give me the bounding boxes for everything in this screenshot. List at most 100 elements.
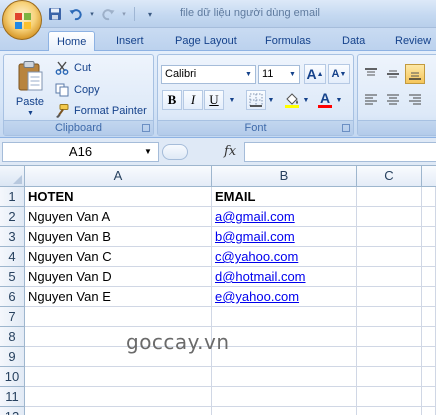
cell-d11[interactable] (422, 387, 436, 407)
cell-d1[interactable] (422, 187, 436, 207)
copy-button[interactable]: Copy (54, 81, 100, 99)
tab-home[interactable]: Home (48, 31, 96, 51)
cell-b7[interactable] (212, 307, 357, 327)
cell-d8[interactable] (422, 327, 436, 347)
font-name-combo[interactable]: Calibri ▼ (161, 65, 256, 84)
row-header-12[interactable]: 12 (0, 407, 25, 415)
chevron-down-icon[interactable]: ▼ (286, 66, 299, 83)
cell-d9[interactable] (422, 347, 436, 367)
cell-d7[interactable] (422, 307, 436, 327)
cell-c9[interactable] (357, 347, 422, 367)
row-header-4[interactable]: 4 (0, 247, 25, 267)
row-header-2[interactable]: 2 (0, 207, 25, 227)
row-header-9[interactable]: 9 (0, 347, 25, 367)
office-button[interactable] (2, 0, 42, 40)
column-header-d[interactable] (422, 166, 436, 187)
name-box[interactable]: A16 (2, 142, 159, 162)
cell-b11[interactable] (212, 387, 357, 407)
cell-d10[interactable] (422, 367, 436, 387)
row-header-6[interactable]: 6 (0, 287, 25, 307)
fill-color-dropdown[interactable]: ▼ (301, 90, 311, 110)
font-color-dropdown[interactable]: ▼ (334, 90, 344, 110)
borders-button[interactable] (246, 90, 266, 110)
cell-d5[interactable] (422, 267, 436, 287)
cell-b4[interactable]: c@yahoo.com (212, 247, 357, 267)
tab-page-layout[interactable]: Page Layout (167, 31, 245, 50)
cell-a5[interactable]: Nguyen Van D (25, 267, 212, 287)
paste-button[interactable]: Paste ▼ (10, 58, 50, 118)
cell-c6[interactable] (357, 287, 422, 307)
cell-c8[interactable] (357, 327, 422, 347)
cut-button[interactable]: Cut (54, 59, 91, 77)
cell-b2[interactable]: a@gmail.com (212, 207, 357, 227)
cell-c4[interactable] (357, 247, 422, 267)
cell-c1[interactable] (357, 187, 422, 207)
save-button[interactable] (46, 5, 64, 23)
align-center-button[interactable] (383, 90, 403, 110)
chevron-down-icon[interactable]: ▼ (242, 66, 255, 83)
cell-a4[interactable]: Nguyen Van C (25, 247, 212, 267)
shrink-font-button[interactable]: A ▼ (328, 64, 350, 84)
cell-c11[interactable] (357, 387, 422, 407)
format-painter-button[interactable]: Format Painter (54, 102, 147, 120)
font-color-button[interactable]: A (315, 90, 335, 110)
undo-button[interactable] (67, 5, 85, 23)
font-dialog-launcher[interactable] (342, 124, 350, 132)
cell-c12[interactable] (357, 407, 422, 415)
redo-dropdown[interactable]: ▾ (120, 5, 128, 23)
cell-a1[interactable]: HOTEN (25, 187, 212, 207)
tab-insert[interactable]: Insert (108, 31, 152, 50)
cell-d6[interactable] (422, 287, 436, 307)
cell-b3[interactable]: b@gmail.com (212, 227, 357, 247)
underline-button[interactable]: U (204, 90, 224, 110)
row-header-11[interactable]: 11 (0, 387, 25, 407)
font-size-combo[interactable]: 11 ▼ (258, 65, 300, 84)
cell-d2[interactable] (422, 207, 436, 227)
formula-bar-handle[interactable] (162, 144, 188, 160)
cell-b10[interactable] (212, 367, 357, 387)
cell-c10[interactable] (357, 367, 422, 387)
cell-d12[interactable] (422, 407, 436, 415)
row-header-8[interactable]: 8 (0, 327, 25, 347)
bold-button[interactable]: B (162, 90, 182, 110)
cell-b9[interactable] (212, 347, 357, 367)
cell-c7[interactable] (357, 307, 422, 327)
cell-a6[interactable]: Nguyen Van E (25, 287, 212, 307)
cell-a10[interactable] (25, 367, 212, 387)
redo-button[interactable] (99, 5, 117, 23)
cell-a2[interactable]: Nguyen Van A (25, 207, 212, 227)
formula-input[interactable] (244, 142, 436, 162)
row-header-10[interactable]: 10 (0, 367, 25, 387)
cell-b1[interactable]: EMAIL (212, 187, 357, 207)
grow-font-button[interactable]: A ▲ (304, 64, 326, 84)
fill-color-button[interactable] (282, 90, 302, 110)
cell-b12[interactable] (212, 407, 357, 415)
cell-d3[interactable] (422, 227, 436, 247)
row-header-3[interactable]: 3 (0, 227, 25, 247)
align-left-button[interactable] (361, 90, 381, 110)
borders-dropdown[interactable]: ▼ (266, 90, 276, 110)
tab-review[interactable]: Review (387, 31, 436, 50)
underline-dropdown[interactable]: ▼ (226, 90, 238, 110)
customize-qat-button[interactable]: ▾ (141, 5, 159, 23)
cell-c3[interactable] (357, 227, 422, 247)
italic-button[interactable]: I (183, 90, 203, 110)
cell-a7[interactable] (25, 307, 212, 327)
cell-d4[interactable] (422, 247, 436, 267)
align-top-button[interactable] (361, 64, 381, 84)
row-header-1[interactable]: 1 (0, 187, 25, 207)
insert-function-icon[interactable]: fx (224, 144, 236, 159)
select-all-button[interactable] (0, 166, 25, 187)
cell-c2[interactable] (357, 207, 422, 227)
cell-a3[interactable]: Nguyen Van B (25, 227, 212, 247)
cell-a11[interactable] (25, 387, 212, 407)
tab-formulas[interactable]: Formulas (257, 31, 319, 50)
cell-a12[interactable] (25, 407, 212, 415)
column-header-b[interactable]: B (212, 166, 357, 187)
paste-dropdown-arrow[interactable]: ▼ (27, 110, 34, 117)
undo-dropdown[interactable]: ▾ (88, 5, 96, 23)
cell-b5[interactable]: d@hotmail.com (212, 267, 357, 287)
column-header-a[interactable]: A (25, 166, 212, 187)
column-header-c[interactable]: C (357, 166, 422, 187)
row-header-7[interactable]: 7 (0, 307, 25, 327)
